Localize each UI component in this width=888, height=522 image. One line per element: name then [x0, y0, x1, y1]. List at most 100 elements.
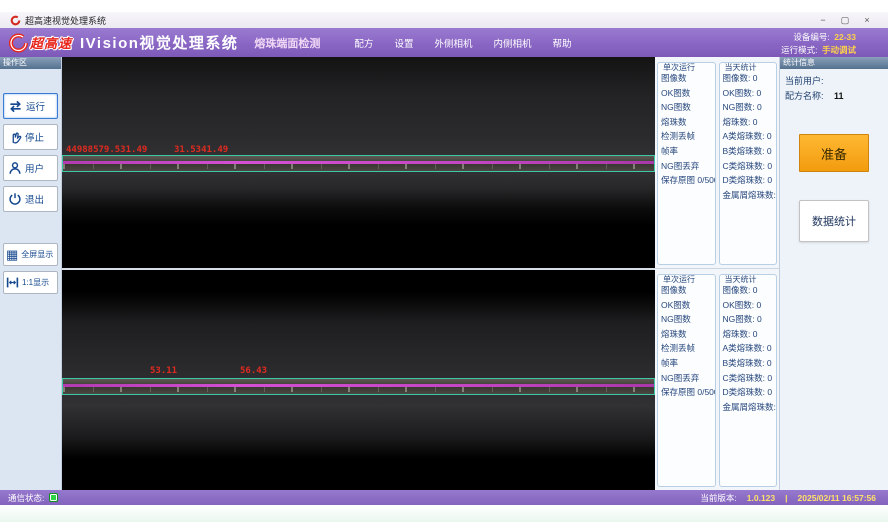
- data-statistics-button[interactable]: 数据统计: [799, 200, 869, 242]
- stat-row: C类熔珠数: 0: [723, 371, 774, 386]
- desktop-margin: [0, 0, 888, 12]
- stats-column: 单次运行 图像数 OK图数 NG图数 熔珠数 检测丢帧 帧率 NG图丢弃 保存原…: [655, 57, 780, 490]
- fullscreen-grid-icon: ▦: [6, 248, 18, 261]
- stat-row: NG图数: 0: [723, 312, 774, 327]
- one-to-one-icon: [6, 276, 19, 289]
- stop-button[interactable]: 停止: [3, 124, 58, 150]
- run-mode-value: 手动调试: [822, 45, 856, 55]
- current-user-label: 当前用户:: [785, 76, 824, 86]
- hand-stop-icon: [8, 130, 22, 144]
- stat-row: 熔珠数: 0: [723, 115, 774, 130]
- run-mode-label: 运行模式:: [781, 45, 817, 55]
- device-number-label: 设备编号:: [793, 32, 829, 42]
- weld-bead-detection-strip: [62, 378, 655, 395]
- group-title: 当天统计: [723, 274, 759, 285]
- menu-inner-camera[interactable]: 内侧相机: [493, 36, 531, 50]
- minimize-icon[interactable]: −: [812, 12, 834, 28]
- menu-help[interactable]: 帮助: [552, 36, 571, 50]
- stat-row: 检测丢帧: [661, 341, 712, 356]
- brand-name: 超高速: [30, 33, 72, 52]
- comm-status-indicator: [49, 493, 58, 502]
- stat-row: A类熔珠数: 0: [723, 129, 774, 144]
- one-to-one-button-label: 1:1显示: [22, 277, 49, 288]
- menu-recipe[interactable]: 配方: [354, 36, 373, 50]
- stat-row: A类熔珠数: 0: [723, 341, 774, 356]
- stat-row: 图像数: 0: [723, 71, 774, 86]
- device-info: 设备编号: 22-33 运行模式: 手动调试: [781, 30, 880, 56]
- sidebar-header: 操作区: [0, 57, 61, 69]
- stat-row: NG图丢弃: [661, 371, 712, 386]
- device-number-value: 22-33: [834, 32, 856, 42]
- stat-row: B类熔珠数: 0: [723, 356, 774, 371]
- status-bar-right: 当前版本: 1.0.123 | 2025/02/11 16:57:56: [700, 492, 880, 504]
- stat-row: D类熔珠数: 0: [723, 173, 774, 188]
- run-button[interactable]: 运行: [3, 93, 58, 119]
- measurement-annotation: 31.5341.49: [174, 145, 228, 155]
- info-panel-header: 统计信息: [780, 57, 888, 69]
- power-icon: [8, 192, 22, 206]
- close-icon[interactable]: ×: [856, 12, 878, 28]
- user-button[interactable]: 用户: [3, 155, 58, 181]
- fullscreen-button[interactable]: ▦ 全屏显示: [3, 243, 58, 266]
- statistics-info-panel: 统计信息 当前用户: 配方名称: 11 准备 数据统计: [780, 57, 888, 490]
- exit-button[interactable]: 退出: [3, 186, 58, 212]
- recipe-name-value: 11: [834, 91, 844, 101]
- camera-image-top: 44988579.531.49 31.5341.49: [62, 57, 655, 268]
- stat-row: OK图数: [661, 86, 712, 101]
- stat-row: C类熔珠数: 0: [723, 159, 774, 174]
- stat-row: 图像数: 0: [723, 283, 774, 298]
- os-titlebar: 超高速视觉处理系统 − ▢ ×: [0, 12, 888, 28]
- desktop-margin: [0, 505, 888, 522]
- stat-row: 保存原图 0/500: [661, 173, 712, 188]
- stats-panel-top: 单次运行 图像数 OK图数 NG图数 熔珠数 检测丢帧 帧率 NG图丢弃 保存原…: [655, 57, 779, 268]
- info-panel-body: 当前用户: 配方名称: 11 准备 数据统计: [780, 69, 888, 247]
- status-bar: 通信状态: 当前版本: 1.0.123 | 2025/02/11 16:57:5…: [0, 490, 888, 505]
- user-button-label: 用户: [25, 161, 44, 175]
- stat-row: OK图数: 0: [723, 298, 774, 313]
- stat-row: 图像数: [661, 283, 712, 298]
- one-to-one-button[interactable]: 1:1显示: [3, 271, 58, 294]
- stat-row: 熔珠数: 0: [723, 327, 774, 342]
- single-run-group: 单次运行 图像数 OK图数 NG图数 熔珠数 检测丢帧 帧率 NG图丢弃 保存原…: [657, 62, 716, 265]
- window-title: 超高速视觉处理系统: [25, 14, 106, 27]
- stat-row: 熔珠数: [661, 115, 712, 130]
- today-stats-group: 当天统计 图像数: 0 OK图数: 0 NG图数: 0 熔珠数: 0 A类熔珠数…: [719, 62, 778, 265]
- main-menu: 配方 设置 外侧相机 内侧相机 帮助: [354, 36, 571, 50]
- stat-row: 图像数: [661, 71, 712, 86]
- stop-button-label: 停止: [25, 130, 44, 144]
- stat-row: NG图数: [661, 100, 712, 115]
- version-value: 1.0.123: [747, 493, 775, 503]
- app-header: 超高速 IVision视觉处理系统 熔珠端面检测 配方 设置 外侧相机 内侧相机…: [0, 28, 888, 57]
- datetime-value: 2025/02/11 16:57:56: [798, 493, 876, 503]
- exit-button-label: 退出: [25, 192, 44, 206]
- main-area: 操作区 运行 停止: [0, 57, 888, 490]
- measurement-annotation: 44988579.531.49: [66, 145, 147, 155]
- stat-row: OK图数: [661, 298, 712, 313]
- prepare-button[interactable]: 准备: [799, 134, 869, 172]
- single-run-group: 单次运行 图像数 OK图数 NG图数 熔珠数 检测丢帧 帧率 NG图丢弃 保存原…: [657, 274, 716, 487]
- stat-row: NG图丢弃: [661, 159, 712, 174]
- stat-row: NG图数: [661, 312, 712, 327]
- measurement-annotation: 56.43: [240, 366, 267, 376]
- stat-row: 帧率: [661, 356, 712, 371]
- weld-bead-detection-strip: [62, 155, 655, 172]
- menu-outer-camera[interactable]: 外侧相机: [434, 36, 472, 50]
- stat-row: 金属屑熔珠数: 0: [723, 400, 774, 415]
- group-title: 单次运行: [661, 274, 697, 285]
- recipe-name-label: 配方名称:: [785, 91, 824, 101]
- group-title: 单次运行: [661, 62, 697, 73]
- sidebar-buttons: 运行 停止 用户: [0, 69, 61, 294]
- stat-row: 帧率: [661, 144, 712, 159]
- fullscreen-button-label: 全屏显示: [21, 249, 53, 260]
- today-stats-group: 当天统计 图像数: 0 OK图数: 0 NG图数: 0 熔珠数: 0 A类熔珠数…: [719, 274, 778, 487]
- stat-row: D类熔珠数: 0: [723, 385, 774, 400]
- page-title: IVision视觉处理系统: [80, 32, 238, 53]
- camera-viewport: 44988579.531.49 31.5341.49 53.11 56.43: [62, 57, 655, 490]
- sidebar-gap: [3, 217, 58, 243]
- stat-row: OK图数: 0: [723, 86, 774, 101]
- maximize-icon[interactable]: ▢: [834, 12, 856, 28]
- stats-panel-bottom: 单次运行 图像数 OK图数 NG图数 熔珠数 检测丢帧 帧率 NG图丢弃 保存原…: [655, 268, 779, 490]
- stat-row: NG图数: 0: [723, 100, 774, 115]
- menu-settings[interactable]: 设置: [394, 36, 413, 50]
- inspection-mode-title: 熔珠端面检测: [254, 35, 320, 51]
